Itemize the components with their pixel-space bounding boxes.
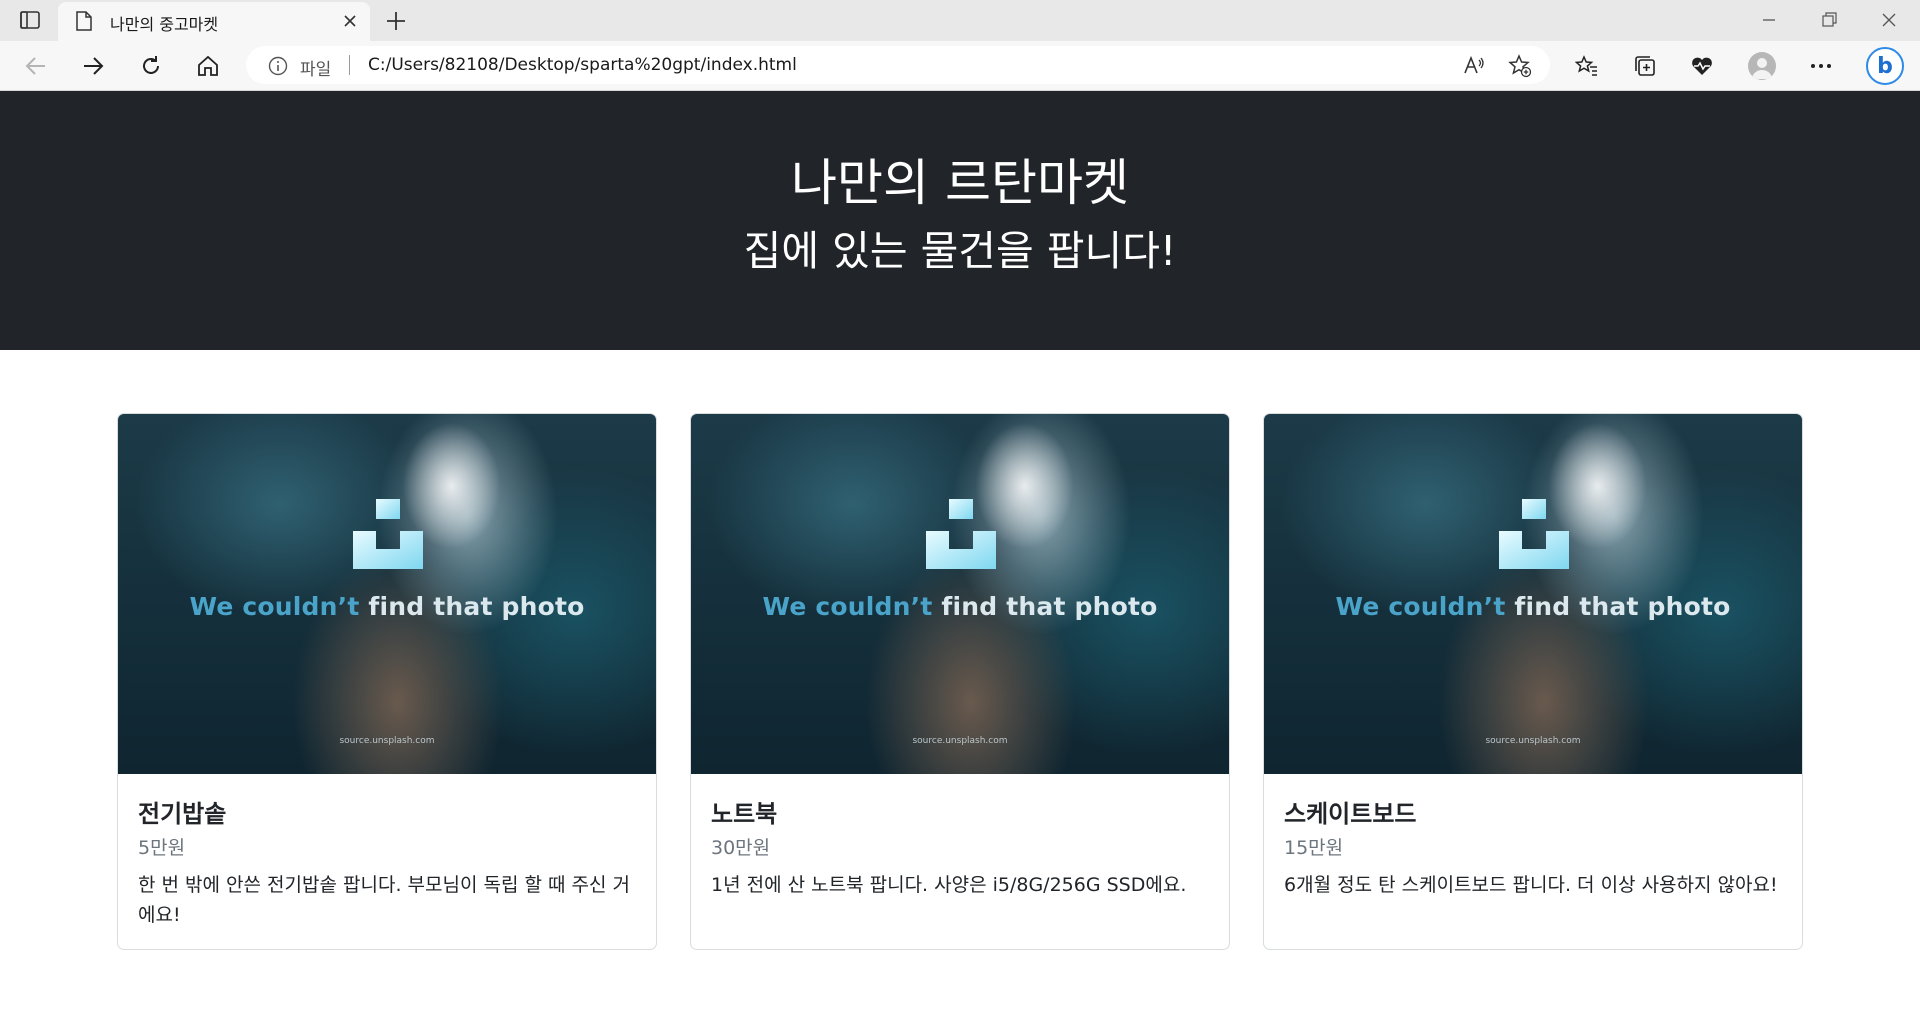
page-header: 나만의 르탄마켓 집에 있는 물건을 팝니다!: [0, 91, 1920, 350]
scheme-label: 파일: [300, 60, 332, 80]
unsplash-logo-icon: [926, 499, 996, 569]
card-title: 스케이트보드: [1284, 800, 1417, 828]
new-tab-icon[interactable]: [384, 9, 408, 33]
product-card: We couldn’t find that photo source.unspl…: [117, 413, 657, 950]
add-favorite-icon[interactable]: [1508, 54, 1532, 78]
image-error-caption: We couldn’t find that photo: [189, 592, 585, 621]
image-error-caption: We couldn’t find that photo: [1335, 592, 1731, 621]
profile-avatar[interactable]: [1748, 52, 1776, 80]
image-error-caption: We couldn’t find that photo: [762, 592, 1158, 621]
tab-actions-icon[interactable]: [16, 8, 44, 32]
card-body: 스케이트보드 15만원 6개월 정도 탄 스케이트보드 팝니다. 더 이상 사용…: [1284, 798, 1782, 900]
browser-tab[interactable]: 나만의 중고마켓: [58, 2, 370, 41]
card-title: 노트북: [711, 800, 778, 828]
restore-icon[interactable]: [1817, 10, 1841, 30]
card-description: 6개월 정도 탄 스케이트보드 팝니다. 더 이상 사용하지 않아요!: [1284, 874, 1778, 896]
card-body: 노트북 30만원 1년 전에 산 노트북 팝니다. 사양은 i5/8G/256G…: [711, 798, 1209, 900]
address-bar[interactable]: 파일 C:/Users/82108/Desktop/sparta%20gpt/i…: [246, 46, 1550, 84]
page-title: 나만의 르탄마켓: [791, 154, 1129, 212]
more-options-icon[interactable]: [1808, 53, 1834, 79]
unsplash-logo-icon: [1499, 499, 1569, 569]
card-price: 15만원: [1284, 837, 1344, 859]
page-subtitle: 집에 있는 물건을 팝니다!: [743, 227, 1177, 275]
product-card: We couldn’t find that photo source.unspl…: [1263, 413, 1803, 950]
minimize-icon[interactable]: [1757, 10, 1781, 30]
product-image: We couldn’t find that photo source.unspl…: [691, 414, 1229, 774]
product-card: We couldn’t find that photo source.unspl…: [690, 413, 1230, 950]
card-title: 전기밥솥: [138, 800, 227, 828]
url-text[interactable]: C:/Users/82108/Desktop/sparta%20gpt/inde…: [368, 55, 797, 75]
card-body: 전기밥솥 5만원 한 번 밖에 안쓴 전기밥솥 팝니다. 부모님이 독립 할 때…: [138, 798, 636, 930]
unsplash-logo-icon: [353, 499, 423, 569]
close-tab-icon[interactable]: [341, 12, 359, 30]
product-image: We couldn’t find that photo source.unspl…: [1264, 414, 1802, 774]
page-icon: [76, 11, 94, 31]
favorites-icon[interactable]: [1574, 53, 1600, 79]
card-description: 1년 전에 산 노트북 팝니다. 사양은 i5/8G/256G SSD에요.: [711, 874, 1187, 896]
read-aloud-icon[interactable]: [1462, 55, 1486, 77]
home-icon[interactable]: [195, 53, 221, 79]
tab-title: 나만의 중고마켓: [110, 15, 219, 34]
image-source-text: source.unsplash.com: [339, 736, 435, 746]
refresh-icon[interactable]: [138, 53, 164, 79]
browser-tab-bar: 나만의 중고마켓: [0, 0, 1920, 41]
info-icon[interactable]: [268, 56, 288, 76]
collections-icon[interactable]: [1632, 53, 1658, 79]
browser-toolbar: 파일 C:/Users/82108/Desktop/sparta%20gpt/i…: [0, 41, 1920, 91]
card-price: 30만원: [711, 837, 771, 859]
product-image: We couldn’t find that photo source.unspl…: [118, 414, 656, 774]
card-description: 한 번 밖에 안쓴 전기밥솥 팝니다. 부모님이 독립 할 때 주신 거에요!: [138, 874, 630, 926]
browser-essentials-icon[interactable]: [1689, 53, 1715, 79]
address-separator: [349, 55, 350, 75]
forward-icon[interactable]: [80, 53, 106, 79]
back-icon[interactable]: [23, 53, 49, 79]
image-source-text: source.unsplash.com: [1485, 736, 1581, 746]
close-window-icon[interactable]: [1877, 10, 1901, 30]
bing-copilot-icon[interactable]: b: [1866, 47, 1904, 85]
card-price: 5만원: [138, 837, 186, 859]
image-source-text: source.unsplash.com: [912, 736, 1008, 746]
